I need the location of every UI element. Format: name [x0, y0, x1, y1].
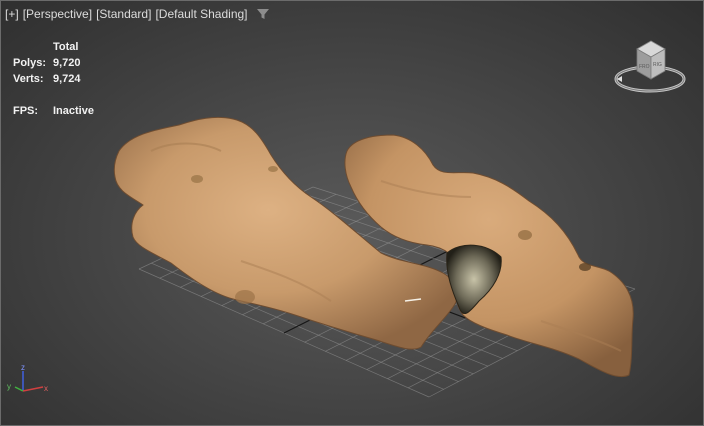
stats-fps-value: Inactive: [53, 105, 94, 117]
viewport-general-menu[interactable]: [+]: [5, 7, 19, 21]
viewport-label-menu: [+] [Perspective] [Standard] [Default Sh…: [5, 5, 270, 23]
y-axis-line: [14, 386, 24, 392]
perspective-viewport[interactable]: [+] [Perspective] [Standard] [Default Sh…: [0, 0, 704, 426]
viewcube-right-label: RIG: [653, 62, 662, 68]
viewport-standard-menu[interactable]: [Standard]: [96, 7, 151, 21]
stats-title: Total: [53, 41, 79, 53]
stats-fps-row: FPS: Inactive: [13, 103, 94, 119]
z-axis-label: z: [21, 363, 25, 372]
stats-verts-label: Verts:: [13, 73, 44, 85]
x-axis-line: [22, 386, 44, 392]
y-axis-label: y: [7, 382, 11, 391]
funnel-icon[interactable]: [256, 7, 270, 21]
stats-polys-row: Polys: 9,720: [13, 55, 94, 71]
viewcube-front-label: FRO: [639, 64, 650, 70]
stats-fps-label: FPS:: [13, 105, 39, 117]
viewport-shading-menu[interactable]: [Default Shading]: [155, 7, 247, 21]
stats-verts-row: Verts: 9,724: [13, 71, 94, 87]
axis-tripod: z x y: [7, 363, 48, 393]
stats-polys-value: 9,720: [53, 57, 81, 69]
viewport-point-of-view-menu[interactable]: [Perspective]: [23, 7, 92, 21]
viewcube[interactable]: FRO RIG: [613, 35, 687, 97]
stats-verts-value: 9,724: [53, 73, 81, 85]
x-axis-label: x: [44, 384, 48, 393]
scene-canvas[interactable]: [1, 1, 704, 426]
viewport-statistics: Total Polys: 9,720 Verts: 9,724 FPS: Ina…: [13, 39, 94, 119]
stats-polys-label: Polys:: [13, 57, 47, 69]
